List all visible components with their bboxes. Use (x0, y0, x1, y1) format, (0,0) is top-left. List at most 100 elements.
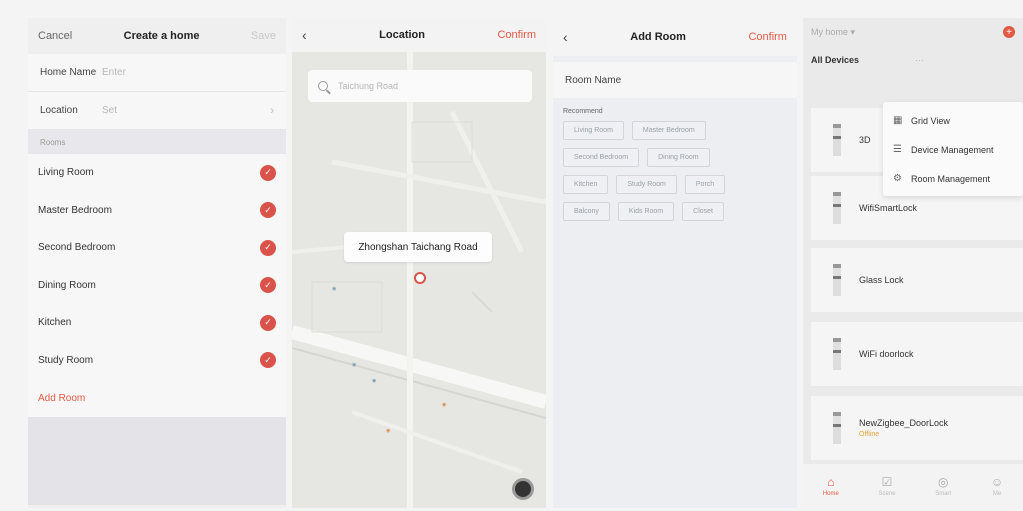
devices-screen: My home ▾ + All Devices ··· 3D WifiSmart… (803, 18, 1023, 508)
room-chip[interactable]: Living Room (563, 121, 624, 140)
room-item[interactable]: Dining Room ✓ (28, 266, 286, 304)
room-label: Dining Room (38, 279, 96, 291)
menu-item-device-management[interactable]: ☰ Device Management (883, 135, 1023, 164)
device-name: WifiSmartLock (859, 203, 918, 213)
home-name-row[interactable]: Home Name Enter (28, 54, 286, 92)
profile-icon: ☺ (990, 475, 1004, 489)
door-lock-icon (833, 264, 841, 296)
poi-marker-icon: ◉ (386, 428, 391, 434)
room-item[interactable]: Kitchen ✓ (28, 304, 286, 342)
device-card[interactable]: WiFi doorlock (811, 322, 1023, 386)
menu-item-room-management[interactable]: ⚙ Room Management (883, 164, 1023, 193)
room-label: Study Room (38, 354, 94, 366)
scene-icon: ☑ (881, 475, 893, 489)
room-chip[interactable]: Balcony (563, 202, 610, 221)
device-name: 3D (859, 135, 871, 145)
list-icon: ☰ (893, 144, 902, 155)
room-item[interactable]: Master Bedroom ✓ (28, 191, 286, 229)
search-input[interactable]: Taichung Road (308, 70, 532, 102)
chip-row: Second Bedroom Dining Room (563, 148, 787, 167)
search-icon (318, 81, 328, 91)
poi-marker-icon: ◉ (372, 378, 377, 384)
menu-item-label: Grid View (911, 115, 950, 126)
nav-label: Home (822, 491, 839, 497)
bottom-nav: ⌂ Home ☑ Scene ◎ Smart ☺ Me (803, 464, 1023, 508)
device-card[interactable]: Glass Lock (811, 248, 1023, 312)
room-chip[interactable]: Closet (682, 202, 724, 221)
location-row[interactable]: Location Set › (28, 92, 286, 130)
device-info: NewZigbee_DoorLock Offline (859, 418, 948, 438)
device-card[interactable]: NewZigbee_DoorLock Offline (811, 396, 1023, 460)
recommend-label: Recommend (563, 108, 603, 115)
room-chip[interactable]: Master Bedroom (631, 121, 706, 140)
room-chip[interactable]: Kitchen (563, 175, 609, 194)
device-status: Offline (859, 431, 880, 438)
location-header: ‹ Location Confirm (292, 18, 546, 52)
locate-me-icon[interactable] (512, 478, 534, 500)
room-label: Kitchen (38, 317, 72, 329)
menu-item-grid-view[interactable]: ▦ Grid View (883, 106, 1023, 135)
location-callout: Zhongshan Taichang Road (344, 232, 492, 262)
chip-row: Kitchen Study Room Porch (563, 175, 787, 194)
room-item[interactable]: Study Room ✓ (28, 341, 286, 379)
home-name-label: Home Name (40, 67, 97, 78)
room-item[interactable]: Second Bedroom ✓ (28, 229, 286, 267)
room-chip[interactable]: Dining Room (647, 148, 710, 167)
room-item[interactable]: Living Room ✓ (28, 154, 286, 192)
nav-me[interactable]: ☺ Me (991, 475, 1003, 497)
device-name: Glass Lock (859, 275, 904, 285)
chevron-right-icon: › (270, 104, 274, 117)
nav-smart[interactable]: ◎ Smart (935, 475, 951, 497)
tab-all-devices[interactable]: All Devices (811, 55, 859, 65)
home-name-input[interactable]: Enter (102, 67, 274, 78)
confirm-button[interactable]: Confirm (748, 31, 787, 43)
smart-icon: ◎ (937, 475, 949, 489)
view-options-menu: ▦ Grid View ☰ Device Management ⚙ Room M… (883, 102, 1023, 196)
checkmark-icon[interactable]: ✓ (260, 277, 276, 294)
device-info: 3D (859, 135, 871, 145)
location-label: Location (40, 105, 78, 116)
poi-marker-icon: ◉ (442, 402, 447, 408)
confirm-button[interactable]: Confirm (497, 29, 536, 41)
home-selector-label: My home (811, 26, 849, 37)
checkmark-icon[interactable]: ✓ (260, 239, 276, 256)
cancel-button[interactable]: Cancel (38, 30, 72, 42)
nav-home[interactable]: ⌂ Home (823, 475, 839, 497)
device-info: WifiSmartLock (859, 203, 917, 213)
checkmark-icon[interactable]: ✓ (260, 202, 276, 219)
device-info: WiFi doorlock (859, 349, 914, 359)
nav-label: Smart (935, 491, 952, 497)
add-icon[interactable]: + (1003, 26, 1015, 38)
checkmark-icon[interactable]: ✓ (260, 164, 276, 181)
chip-row: Balcony Kids Room Closet (563, 202, 787, 221)
add-room-screen: ‹ Add Room Confirm Room Name Recommend L… (553, 18, 797, 508)
back-arrow-icon[interactable]: ‹ (302, 27, 307, 43)
room-chip[interactable]: Porch (684, 175, 726, 194)
grid-icon: ▦ (893, 115, 903, 126)
room-chip[interactable]: Study Room (616, 175, 677, 194)
more-icon[interactable]: ··· (915, 55, 924, 65)
page-title: Location (379, 29, 425, 41)
checkmark-icon[interactable]: ✓ (260, 314, 276, 331)
door-lock-icon (833, 338, 841, 370)
page-title: Add Room (630, 31, 686, 43)
chip-row: Living Room Master Bedroom (563, 121, 787, 140)
room-label: Second Bedroom (38, 242, 116, 254)
add-room-button[interactable]: Add Room (28, 379, 286, 417)
device-info: Glass Lock (859, 275, 904, 285)
room-name-input[interactable]: Room Name (553, 62, 797, 98)
home-selector[interactable]: My home ▾ (811, 27, 855, 38)
gear-icon: ⚙ (893, 173, 902, 184)
device-name: WiFi doorlock (859, 349, 914, 359)
save-button[interactable]: Save (251, 30, 276, 42)
room-tabs: All Devices ··· (803, 46, 1023, 74)
checkmark-icon[interactable]: ✓ (260, 352, 276, 369)
location-value: Set (102, 105, 118, 116)
room-label: Living Room (38, 167, 94, 179)
nav-scene[interactable]: ☑ Scene (879, 475, 896, 497)
room-chip[interactable]: Second Bedroom (563, 148, 640, 167)
back-arrow-icon[interactable]: ‹ (563, 29, 568, 45)
location-pin-icon[interactable] (414, 272, 426, 284)
nav-label: Me (992, 491, 1002, 497)
room-chip[interactable]: Kids Room (617, 202, 675, 221)
